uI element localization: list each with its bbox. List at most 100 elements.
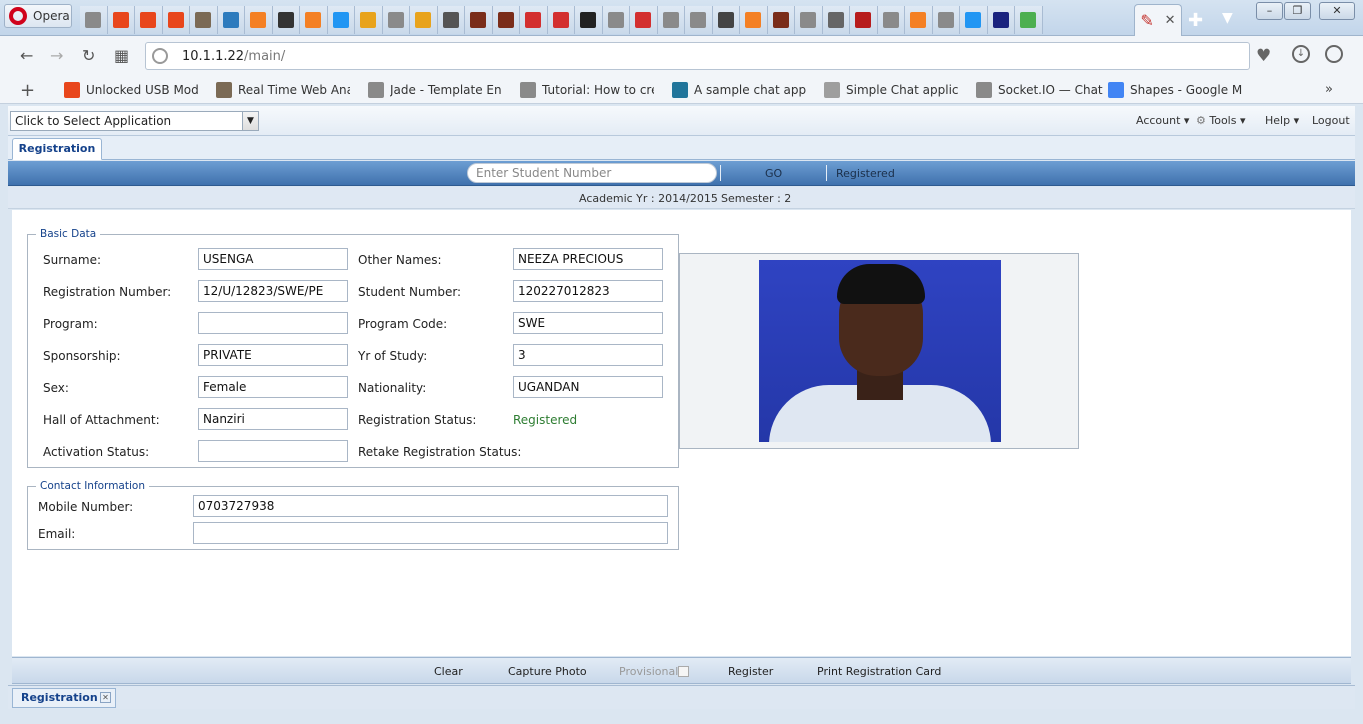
browser-tab[interactable] [437,6,465,34]
bookmark-item[interactable]: Simple Chat application [824,82,958,98]
bottom-tab-registration[interactable]: Registration ✕ [12,688,116,708]
go-button[interactable]: GO [765,167,782,180]
clear-button[interactable]: Clear [434,665,463,678]
browser-tab[interactable] [272,6,300,34]
tab-registration[interactable]: Registration [12,138,102,160]
browser-tab[interactable] [492,6,520,34]
active-browser-tab[interactable]: ✎ ✕ [1134,4,1182,36]
browser-tab[interactable] [575,6,603,34]
browser-tab[interactable] [245,6,273,34]
email-field[interactable] [193,522,668,544]
help-menu[interactable]: Help ▾ [1265,114,1299,127]
browser-tab[interactable] [850,6,878,34]
browser-tab[interactable] [987,6,1015,34]
opera-menu-button[interactable]: Opera [4,4,72,28]
speed-dial-icon[interactable]: ▦ [114,46,129,65]
toolbar-separator [826,165,827,181]
close-icon[interactable]: ✕ [100,692,111,703]
minimize-window-button[interactable]: – [1256,2,1283,20]
account-icon[interactable] [1325,45,1343,63]
browser-tab[interactable] [300,6,328,34]
bookmark-item[interactable]: A sample chat application [672,82,806,98]
student-number-field[interactable]: 120227012823 [513,280,663,302]
red-doc-icon [525,12,542,28]
tab-menu-icon[interactable]: ▼ [1222,10,1233,26]
yr-of-study-field[interactable]: 3 [513,344,663,366]
url-field[interactable]: 10.1.1.22/main/ [145,42,1250,70]
browser-tab[interactable] [1015,6,1043,34]
browser-tab[interactable] [630,6,658,34]
new-tab-icon[interactable]: ✚ [1188,10,1203,31]
reload-icon[interactable]: ↻ [82,46,95,65]
tools-menu[interactable]: ⚙ Tools ▾ [1196,114,1246,127]
browser-tab[interactable] [905,6,933,34]
bookmark-heart-icon[interactable]: ♥ [1256,46,1271,66]
logout-link[interactable]: Logout [1312,114,1350,127]
bookmark-item[interactable]: Shapes - Google Maps [1108,82,1242,98]
capture-photo-button[interactable]: Capture Photo [508,665,587,678]
bookmark-item[interactable]: Unlocked USB Modem [64,82,198,98]
browser-tab[interactable] [162,6,190,34]
program-code-field[interactable]: SWE [513,312,663,334]
browser-tab[interactable] [80,6,108,34]
semester: Semester : 2 [721,192,792,205]
browser-tab[interactable] [217,6,245,34]
browser-tab[interactable] [877,6,905,34]
browser-tab[interactable] [327,6,355,34]
sponsorship-field[interactable]: PRIVATE [198,344,348,366]
site-info-icon[interactable] [152,48,168,64]
add-bookmark-icon[interactable]: + [20,80,35,101]
registration-number-field[interactable]: 12/U/12823/SWE/PE [198,280,348,302]
download-icon[interactable]: ↓ [1292,45,1310,63]
other-names-field[interactable]: NEEZA PRECIOUS [513,248,663,270]
application-select[interactable]: Click to Select Application ▼ [10,111,259,131]
bookmark-item[interactable]: Real Time Web Analytics [216,82,350,98]
chevron-down-icon[interactable]: ▼ [242,112,258,130]
browser-tab[interactable] [547,6,575,34]
nationality-field[interactable]: UGANDAN [513,376,663,398]
browser-tab[interactable] [685,6,713,34]
browser-tab[interactable] [602,6,630,34]
maximize-window-button[interactable]: ❐ [1284,2,1311,20]
browser-tab[interactable] [822,6,850,34]
browser-tab[interactable] [520,6,548,34]
browser-tab[interactable] [465,6,493,34]
student-number-input[interactable] [467,163,717,183]
mobile-number-field[interactable]: 0703727938 [193,495,668,517]
bookmark-item[interactable]: Jade - Template Engine [368,82,502,98]
close-window-button[interactable]: ✕ [1319,2,1355,20]
browser-tab[interactable] [712,6,740,34]
browser-tab[interactable] [795,6,823,34]
browser-tab[interactable] [932,6,960,34]
program-field[interactable] [198,312,348,334]
forward-icon[interactable]: → [50,46,63,65]
bookmark-item[interactable]: Tutorial: How to create [520,82,654,98]
browser-tab[interactable] [107,6,135,34]
sex-field[interactable]: Female [198,376,348,398]
registered-button[interactable]: Registered [836,167,895,180]
hall-of-attachment-field[interactable]: Nanziri [198,408,348,430]
provisional-checkbox[interactable] [678,666,690,677]
provisional-option[interactable]: Provisional [619,665,690,678]
activation-status-field[interactable] [198,440,348,462]
browser-tab[interactable] [740,6,768,34]
bookmark-item[interactable]: Socket.IO — Chat [976,82,1103,98]
account-menu[interactable]: Account ▾ [1136,114,1189,127]
register-button[interactable]: Register [728,665,773,678]
surname-field[interactable]: USENGA [198,248,348,270]
back-icon[interactable]: ← [20,46,33,65]
browser-tab[interactable] [657,6,685,34]
browser-tab[interactable] [190,6,218,34]
browser-tab[interactable] [355,6,383,34]
opera-logo-icon [9,7,27,25]
close-tab-icon[interactable]: ✕ [1165,13,1176,28]
avatar-icon [195,12,212,28]
diamond-icon [332,12,349,28]
browser-tab[interactable] [960,6,988,34]
browser-tab[interactable] [382,6,410,34]
print-registration-card-button[interactable]: Print Registration Card [817,665,941,678]
browser-tab[interactable] [410,6,438,34]
more-bookmarks-icon[interactable]: » [1325,82,1333,97]
browser-tab[interactable] [135,6,163,34]
browser-tab[interactable] [767,6,795,34]
